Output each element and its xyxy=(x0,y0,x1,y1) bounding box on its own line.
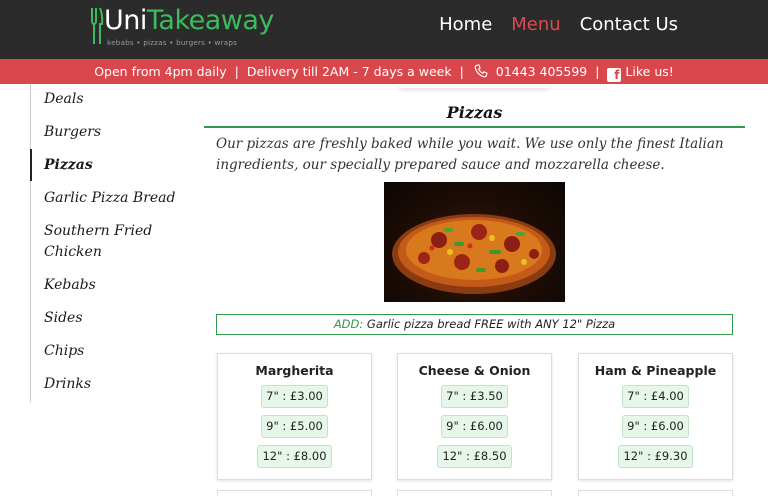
pizza-photo xyxy=(384,182,565,302)
sidebar-item-drinks[interactable]: Drinks xyxy=(44,374,91,395)
product-card-ham-pineapple: Ham & Pineapple 7" : £4.00 9" : £6.00 12… xyxy=(578,353,733,480)
section-title: Pizzas xyxy=(446,103,503,122)
product-card-next xyxy=(217,490,372,496)
price-option-12in[interactable]: 12" : £8.50 xyxy=(437,445,512,468)
pizza-illustration xyxy=(392,214,556,294)
product-name: Ham & Pineapple xyxy=(594,363,717,378)
price-option-9in[interactable]: 9" : £6.00 xyxy=(441,415,508,438)
facebook-icon[interactable]: f xyxy=(607,68,622,82)
fork-knife-icon xyxy=(91,7,104,44)
nav-home[interactable]: Home xyxy=(439,13,492,37)
product-name: Margherita xyxy=(255,363,334,378)
product-card-cheese-onion: Cheese & Onion 7" : £3.50 9" : £6.00 12"… xyxy=(397,353,552,480)
active-indicator xyxy=(30,149,32,181)
price-option-7in[interactable]: 7" : £4.00 xyxy=(622,385,689,408)
separator: | xyxy=(459,64,464,79)
site-logo[interactable]: UniTakeaway kebabs • pizzas • burgers • … xyxy=(90,4,274,48)
phone-number[interactable]: 01443 405599 xyxy=(496,64,587,79)
sidebar-item-kebabs[interactable]: Kebabs xyxy=(44,275,96,296)
title-divider xyxy=(204,126,745,128)
logo-tagline: kebabs • pizzas • burgers • wraps xyxy=(107,38,238,47)
sidebar-item-southern-fried-chicken[interactable]: Southern Fried Chicken xyxy=(44,221,164,263)
logo-wordmark: UniTakeaway xyxy=(104,4,274,38)
sidebar-item-pizzas[interactable]: Pizzas xyxy=(44,155,93,176)
main-nav: Home Menu Contact Us xyxy=(439,13,678,37)
dropdown-shadow xyxy=(398,84,550,88)
separator: | xyxy=(234,64,239,79)
addon-offer: ADD: Garlic pizza bread FREE with ANY 12… xyxy=(216,314,733,335)
sidebar-item-deals[interactable]: Deals xyxy=(44,89,84,110)
menu-sidebar: Deals Burgers Pizzas Garlic Pizza Bread … xyxy=(30,84,200,402)
product-card-next xyxy=(578,490,733,496)
logo-takeaway: Takeaway xyxy=(146,5,275,36)
product-name: Cheese & Onion xyxy=(418,363,531,378)
site-header: UniTakeaway kebabs • pizzas • burgers • … xyxy=(0,0,768,59)
addon-text: Garlic pizza bread FREE with ANY 12" Piz… xyxy=(366,317,616,331)
nav-menu[interactable]: Menu xyxy=(511,13,560,37)
price-option-9in[interactable]: 9" : £6.00 xyxy=(622,415,689,438)
section-intro: Our pizzas are freshly baked while you w… xyxy=(216,136,724,173)
opening-hours: Open from 4pm daily xyxy=(94,64,227,79)
price-option-12in[interactable]: 12" : £9.30 xyxy=(618,445,693,468)
price-option-7in[interactable]: 7" : £3.00 xyxy=(261,385,328,408)
delivery-info: Delivery till 2AM - 7 days a week xyxy=(246,64,452,79)
nav-contact-us[interactable]: Contact Us xyxy=(580,13,678,37)
sidebar-item-burgers[interactable]: Burgers xyxy=(44,122,101,143)
phone-icon xyxy=(474,64,488,78)
price-option-9in[interactable]: 9" : £5.00 xyxy=(261,415,328,438)
sidebar-item-chips[interactable]: Chips xyxy=(44,341,84,362)
sidebar-item-sides[interactable]: Sides xyxy=(44,308,83,329)
info-bar: Open from 4pm daily | Delivery till 2AM … xyxy=(0,59,768,84)
price-option-7in[interactable]: 7" : £3.50 xyxy=(441,385,508,408)
addon-label: ADD: xyxy=(333,317,364,331)
price-option-12in[interactable]: 12" : £8.00 xyxy=(257,445,332,468)
like-us-link[interactable]: Like us! xyxy=(625,64,673,79)
product-card-next xyxy=(397,490,552,496)
separator: | xyxy=(595,64,600,79)
sidebar-item-garlic-pizza-bread[interactable]: Garlic Pizza Bread xyxy=(44,188,176,209)
product-card-margherita: Margherita 7" : £3.00 9" : £5.00 12" : £… xyxy=(217,353,372,480)
logo-uni: Uni xyxy=(104,5,147,36)
